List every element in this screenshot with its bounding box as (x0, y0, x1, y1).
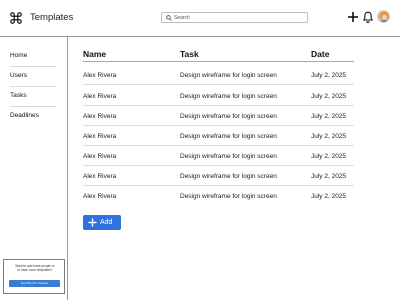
cell-date: July 2, 2025 (311, 72, 347, 79)
cell-date: July 2, 2025 (311, 133, 347, 140)
cell-name: Alex Rivera (83, 93, 117, 100)
table-row[interactable]: Alex Rivera Design wireframe for login s… (83, 186, 354, 206)
cell-task: Design wireframe for login screen (180, 153, 277, 160)
cell-name: Alex Rivera (83, 113, 117, 120)
cell-task: Design wireframe for login screen (180, 193, 277, 200)
plus-icon[interactable] (347, 11, 359, 23)
cell-task: Design wireframe for login screen (180, 133, 277, 140)
search-input[interactable]: Search (161, 12, 308, 23)
cell-name: Alex Rivera (83, 133, 117, 140)
cell-date: July 2, 2025 (311, 193, 347, 200)
cell-task: Design wireframe for login screen (180, 113, 277, 120)
cell-task: Design wireframe for login screen (180, 173, 277, 180)
table-header-divider (83, 61, 354, 62)
search-icon (166, 15, 172, 21)
table-row[interactable]: Alex Rivera Design wireframe for login s… (83, 86, 354, 106)
cell-name: Alex Rivera (83, 173, 117, 180)
table-row[interactable]: Alex Rivera Design wireframe for login s… (83, 106, 354, 126)
promo-text: Want to add more people or to have more … (15, 264, 55, 272)
cell-name: Alex Rivera (83, 153, 117, 160)
table-row[interactable]: Alex Rivera Design wireframe for login s… (83, 166, 354, 186)
avatar[interactable] (377, 10, 390, 23)
app-title: Templates (30, 12, 74, 23)
add-button-label: Add (100, 219, 113, 226)
cell-name: Alex Rivera (83, 72, 117, 79)
sidebar-item-deadlines[interactable]: Deadlines (10, 107, 56, 127)
get-pro-button[interactable]: Get The Pro Version (9, 280, 60, 287)
command-icon[interactable] (9, 11, 23, 25)
bell-icon[interactable] (363, 11, 373, 23)
plus-icon (88, 218, 97, 227)
column-header-task[interactable]: Task (180, 49, 199, 60)
upgrade-promo: Want to add more people or to have more … (3, 259, 65, 294)
cell-date: July 2, 2025 (311, 173, 347, 180)
cell-name: Alex Rivera (83, 193, 117, 200)
cell-task: Design wireframe for login screen (180, 72, 277, 79)
top-header: Templates Search (0, 0, 400, 37)
column-header-name[interactable]: Name (83, 49, 106, 60)
add-button[interactable]: Add (83, 215, 121, 230)
sidebar-item-tasks[interactable]: Tasks (10, 87, 56, 107)
cell-date: July 2, 2025 (311, 93, 347, 100)
sidebar-item-users[interactable]: Users (10, 67, 56, 87)
cell-date: July 2, 2025 (311, 113, 347, 120)
cell-task: Design wireframe for login screen (180, 93, 277, 100)
sidebar-item-home[interactable]: Home (10, 47, 56, 67)
search-placeholder: Search (174, 15, 190, 21)
table-row[interactable]: Alex Rivera Design wireframe for login s… (83, 65, 354, 85)
avatar-image (378, 11, 389, 22)
cell-date: July 2, 2025 (311, 153, 347, 160)
table-row[interactable]: Alex Rivera Design wireframe for login s… (83, 126, 354, 146)
table-row[interactable]: Alex Rivera Design wireframe for login s… (83, 146, 354, 166)
column-header-date[interactable]: Date (311, 49, 329, 60)
sidebar: Home Users Tasks Deadlines Want to add m… (0, 37, 68, 300)
